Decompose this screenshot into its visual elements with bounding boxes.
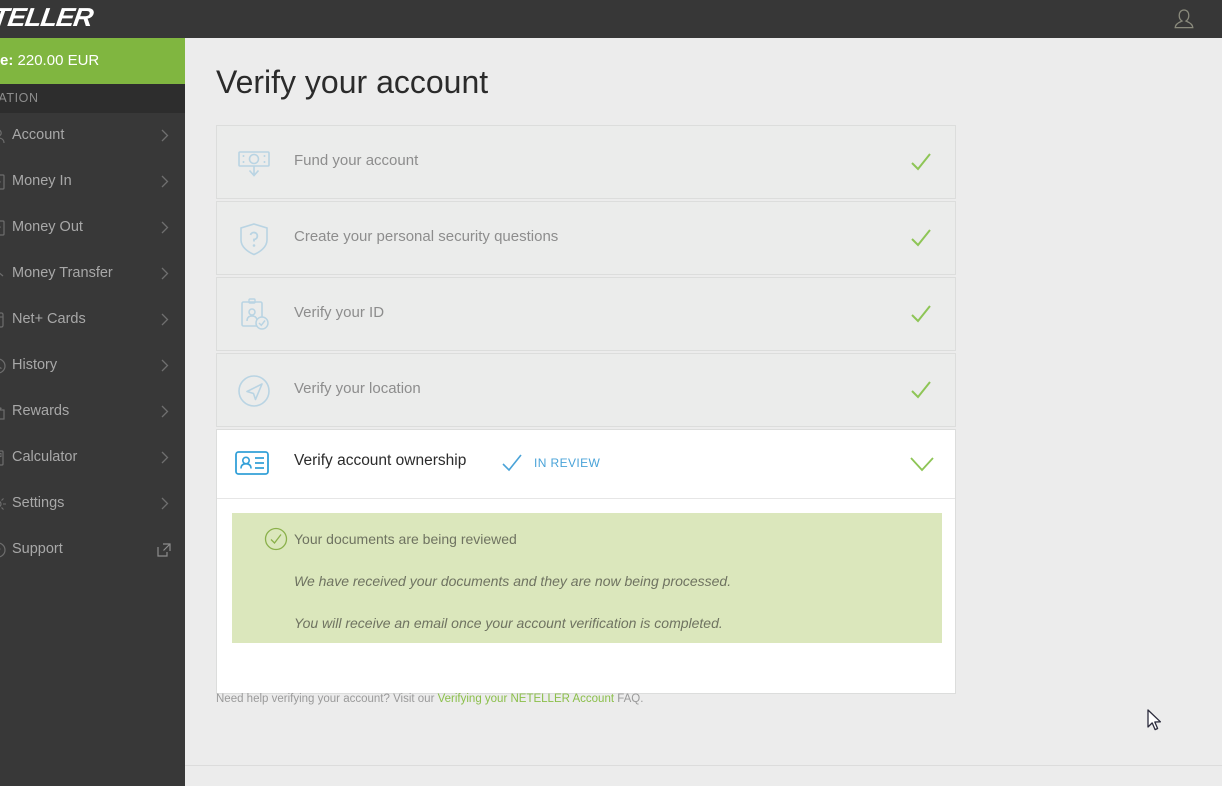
account-icon (0, 126, 8, 146)
sidebar: lance: 220.00 EUR VIGATION Account Money… (0, 38, 185, 786)
main-content: Verify your account Fund your account Cr… (185, 38, 1222, 786)
sidebar-item-label: Account (12, 127, 65, 143)
step-label: Create your personal security questions (294, 228, 559, 245)
step-card-verify-location[interactable]: Verify your location (216, 353, 956, 427)
step-label: Fund your account (294, 152, 419, 169)
sidebar-item-calculator[interactable]: Calculator (0, 435, 185, 481)
chevron-right-icon (161, 267, 169, 280)
external-link-icon (157, 543, 171, 557)
sidebar-item-label: Money Out (12, 219, 83, 235)
help-suffix: FAQ. (614, 693, 644, 705)
sidebar-item-label: Net+ Cards (12, 311, 86, 327)
money-transfer-icon (0, 264, 8, 284)
step-label: Verify your location (294, 380, 421, 397)
rewards-icon (0, 402, 8, 422)
check-icon (909, 226, 933, 250)
ownership-row-header[interactable]: Verify account ownership IN REVIEW (217, 430, 955, 499)
sidebar-item-money-in[interactable]: Money In (0, 159, 185, 205)
check-icon (500, 451, 524, 475)
support-icon (0, 540, 8, 560)
check-icon (909, 150, 933, 174)
sidebar-item-label: Support (12, 541, 63, 557)
sidebar-item-label: Rewards (12, 403, 70, 419)
chevron-right-icon (161, 405, 169, 418)
banknote-download-icon (234, 143, 274, 183)
help-line: Need help verifying your account? Visit … (216, 693, 643, 705)
help-prefix: Need help verifying your account? Visit … (216, 693, 438, 705)
chevron-right-icon (161, 451, 169, 464)
sidebar-item-money-out[interactable]: Money Out (0, 205, 185, 251)
sidebar-item-support[interactable]: Support (0, 527, 185, 573)
sidebar-item-label: Calculator (12, 449, 78, 465)
balance-value: 220.00 EUR (17, 52, 100, 69)
faq-link[interactable]: Verifying your NETELLER Account (438, 693, 614, 705)
location-arrow-icon (234, 371, 274, 411)
sidebar-nav-list: Account Money In Money Out Money Transfe… (0, 113, 185, 573)
sidebar-item-label: Settings (12, 495, 65, 511)
step-card-security-questions[interactable]: Create your personal security questions (216, 201, 956, 275)
chevron-right-icon (161, 221, 169, 234)
id-badge-check-icon (234, 295, 274, 335)
step-card-verify-id[interactable]: Verify your ID (216, 277, 956, 351)
status-badge: IN REVIEW (534, 456, 601, 470)
chevron-down-icon[interactable] (909, 456, 935, 472)
step-card-fund-account[interactable]: Fund your account (216, 125, 956, 199)
neteller-logo[interactable]: ETELLER (0, 2, 94, 33)
chevron-right-icon (161, 359, 169, 372)
sidebar-item-rewards[interactable]: Rewards (0, 389, 185, 435)
calculator-icon (0, 448, 8, 468)
chevron-right-icon (161, 313, 169, 326)
card-icon (0, 310, 8, 330)
ownership-label: Verify account ownership (294, 452, 467, 469)
user-avatar-icon[interactable] (1170, 5, 1198, 33)
sidebar-item-net-plus-cards[interactable]: Net+ Cards (0, 297, 185, 343)
settings-icon (0, 494, 8, 514)
check-icon (909, 378, 933, 402)
review-notice-panel: Your documents are being reviewed We hav… (232, 513, 942, 643)
balance-text: lance: 220.00 EUR (0, 52, 99, 69)
sidebar-item-history[interactable]: History (0, 343, 185, 389)
sidebar-item-settings[interactable]: Settings (0, 481, 185, 527)
navigation-header: VIGATION (0, 84, 185, 113)
chevron-right-icon (161, 497, 169, 510)
check-circle-icon (264, 527, 288, 551)
money-out-icon (0, 218, 8, 238)
sidebar-item-money-transfer[interactable]: Money Transfer (0, 251, 185, 297)
chevron-right-icon (161, 175, 169, 188)
notice-paragraph-2: You will receive an email once your acco… (294, 615, 723, 631)
balance-bar: lance: 220.00 EUR (0, 38, 185, 84)
page-title: Verify your account (216, 64, 489, 100)
step-card-verify-account-ownership: Verify account ownership IN REVIEW Your … (216, 429, 956, 694)
sidebar-item-label: Money Transfer (12, 265, 113, 281)
id-card-icon (234, 447, 270, 479)
balance-label: lance: (0, 52, 14, 69)
chevron-right-icon (161, 129, 169, 142)
footer-divider (185, 765, 1222, 766)
verification-steps-list: Fund your account Create your personal s… (216, 125, 956, 694)
sidebar-item-label: History (12, 357, 58, 373)
shield-question-icon (234, 219, 274, 259)
notice-paragraph-1: We have received your documents and they… (294, 573, 732, 589)
sidebar-item-label: Money In (12, 173, 72, 189)
notice-title: Your documents are being reviewed (294, 531, 517, 547)
check-icon (909, 302, 933, 326)
top-bar: ETELLER (0, 0, 1222, 38)
history-icon (0, 356, 8, 376)
step-label: Verify your ID (294, 304, 385, 321)
navigation-header-label: VIGATION (0, 91, 39, 105)
money-in-icon (0, 172, 8, 192)
sidebar-item-account[interactable]: Account (0, 113, 185, 159)
